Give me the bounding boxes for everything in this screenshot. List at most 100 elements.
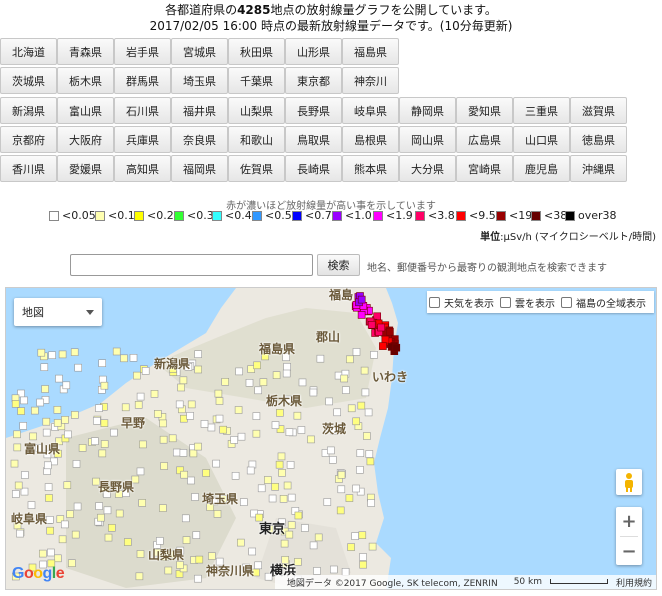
search-button[interactable]: 検索 [317,254,360,276]
prefecture-button[interactable]: 神奈川 [342,67,399,94]
prefecture-button[interactable]: 島根県 [342,126,399,153]
prefecture-button[interactable]: 山口県 [513,126,570,153]
prefecture-button[interactable]: 熊本県 [342,155,399,182]
prefecture-button[interactable]: 宮崎県 [456,155,513,182]
legend-swatch [332,211,342,221]
station-marker [12,490,20,498]
prefecture-button[interactable]: 岩手県 [114,38,171,65]
prefecture-button[interactable]: 山梨県 [228,97,285,124]
prefecture-button[interactable]: 滋賀県 [570,97,627,124]
station-marker [237,432,246,441]
prefecture-button[interactable]: 京都府 [0,126,57,153]
station-marker [136,467,145,476]
station-marker [53,554,62,563]
station-marker [277,452,286,461]
station-marker [325,397,333,406]
street-view-pegman[interactable] [616,469,642,495]
radiation-map[interactable]: 福島 郡山 いわき 福島県 新潟県 栃木県 茨城 富山県 早野 長野県 埼玉県 … [5,287,657,590]
station-marker [333,408,342,417]
prefecture-button[interactable]: 静岡県 [399,97,456,124]
prefecture-button[interactable]: 大分県 [399,155,456,182]
prefecture-button[interactable]: 富山県 [57,97,114,124]
legend-swatch [373,211,383,221]
station-marker [327,446,335,455]
zoom-out-button[interactable]: − [616,537,642,566]
scale-label: 50 km [506,577,608,587]
prefecture-button[interactable]: 愛媛県 [57,155,114,182]
prefecture-button[interactable]: 愛知県 [456,97,513,124]
station-marker [175,400,184,409]
prefecture-button[interactable]: 長崎県 [285,155,342,182]
cloud-toggle[interactable]: 雲を表示 [500,295,555,310]
prefecture-button[interactable]: 北海道 [0,38,57,65]
prefecture-button[interactable]: 石川県 [114,97,171,124]
station-marker [309,541,318,550]
checkbox-icon[interactable] [429,296,440,308]
prefecture-button[interactable]: 岐阜県 [342,97,399,124]
station-marker [72,460,81,468]
station-marker [95,502,103,510]
unit-label: 単位:μSv/h (マイクロシーベルト/時間) [480,232,656,243]
prefecture-button[interactable]: 青森県 [57,38,114,65]
search-input[interactable] [70,254,313,276]
station-marker [356,466,364,474]
station-marker [340,374,349,383]
station-marker [121,403,130,412]
prefecture-button[interactable]: 鳥取県 [285,126,342,153]
station-marker [359,560,367,569]
prefecture-button[interactable]: 栃木県 [57,67,114,94]
station-marker [13,430,21,439]
prefecture-button[interactable]: 奈良県 [171,126,228,153]
prefecture-button[interactable]: 佐賀県 [228,155,285,182]
weather-toggle[interactable]: 天気を表示 [429,295,494,310]
station-marker [73,502,82,511]
station-marker [336,506,345,515]
station-marker-high [392,343,401,352]
station-marker [64,430,72,439]
prefecture-button[interactable]: 沖縄県 [570,155,627,182]
prefecture-button[interactable]: 新潟県 [0,97,57,124]
prefecture-button[interactable]: 兵庫県 [114,126,171,153]
prefecture-button[interactable]: 宮城県 [171,38,228,65]
prefecture-button[interactable]: 埼玉県 [171,67,228,94]
map-type-select[interactable]: 地図 [14,298,102,326]
prefecture-button[interactable]: 三重県 [513,97,570,124]
prefecture-button[interactable]: 山形県 [285,38,342,65]
prefecture-button[interactable]: 群馬県 [114,67,171,94]
station-marker-high [357,295,366,304]
prefecture-button[interactable]: 福井県 [171,97,228,124]
prefecture-button[interactable]: 福岡県 [171,155,228,182]
prefecture-button[interactable]: 福島県 [342,38,399,65]
station-marker [363,432,371,440]
station-marker [361,388,370,397]
station-marker [283,363,291,371]
prefecture-button[interactable]: 広島県 [456,126,513,153]
legend-label: <0.7 [305,209,332,222]
station-marker [194,350,202,359]
station-marker [259,378,268,386]
prefecture-button[interactable]: 和歌山 [228,126,285,153]
prefecture-button[interactable]: 秋田県 [228,38,285,65]
prefecture-button[interactable]: 大阪府 [57,126,114,153]
prefecture-button[interactable]: 千葉県 [228,67,285,94]
prefecture-button[interactable]: 岡山県 [399,126,456,153]
station-marker [38,549,47,558]
station-marker [168,434,177,443]
prefecture-button[interactable]: 高知県 [114,155,171,182]
prefecture-button[interactable]: 茨城県 [0,67,57,94]
station-marker [230,436,238,444]
prefecture-button[interactable]: 徳島県 [570,126,627,153]
prefecture-button[interactable]: 東京都 [285,67,342,94]
prefecture-button[interactable]: 香川県 [0,155,57,182]
fukushima-all-toggle[interactable]: 福島の全域表示 [561,295,646,310]
legend-swatch [252,211,262,221]
station-marker [257,484,266,493]
station-marker [71,411,79,419]
prefecture-button[interactable]: 鹿児島 [513,155,570,182]
station-marker [110,428,118,437]
checkbox-icon[interactable] [500,296,511,308]
terms-link[interactable]: 利用規約 [616,576,652,589]
zoom-in-button[interactable]: + [616,507,642,536]
checkbox-icon[interactable] [561,296,572,308]
prefecture-button[interactable]: 長野県 [285,97,342,124]
